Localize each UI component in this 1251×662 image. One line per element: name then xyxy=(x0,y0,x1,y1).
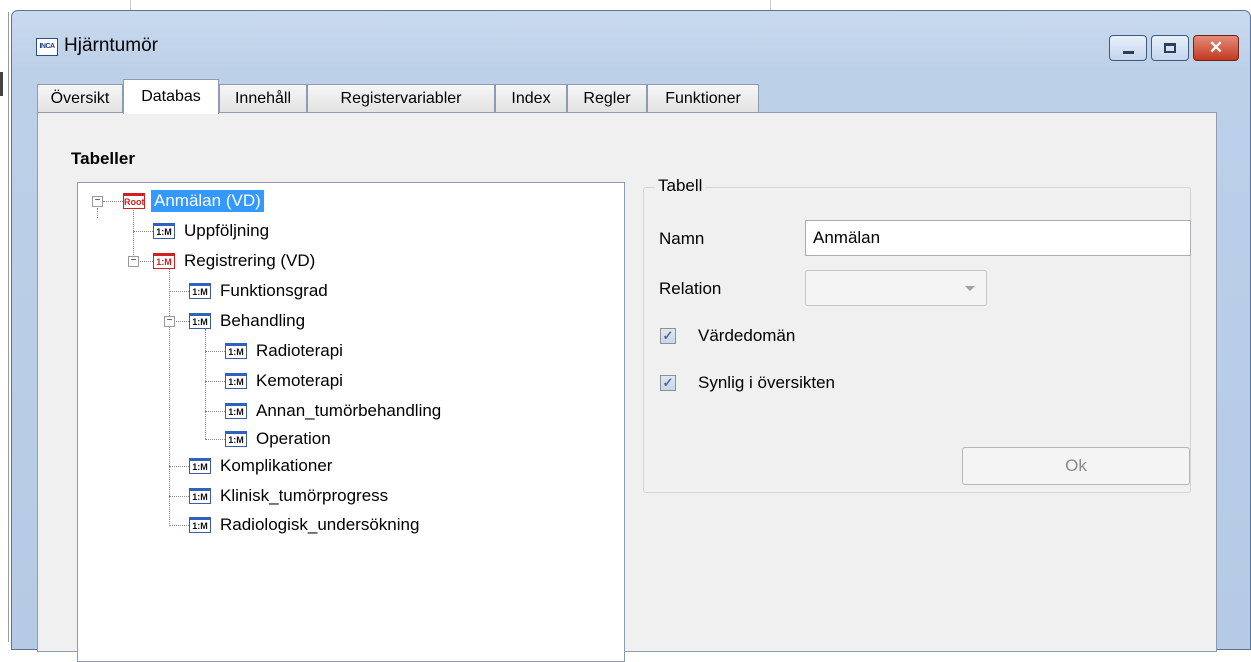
minimize-icon xyxy=(1123,51,1134,54)
tree-node-label: Radioterapi xyxy=(256,341,343,360)
synlig-label: Synlig i översikten xyxy=(698,373,836,392)
one-to-many-table-icon: 1:M xyxy=(189,458,211,474)
window-title: Hjärntumör xyxy=(64,35,158,56)
chevron-down-icon xyxy=(965,286,975,291)
tree-line xyxy=(169,466,189,467)
tree-node-behandling[interactable]: 1:M Behandling xyxy=(189,309,308,333)
synlig-checkbox[interactable]: ✓ xyxy=(660,375,676,391)
tree-line xyxy=(97,208,98,218)
tree-node-label: Operation xyxy=(256,429,331,448)
tree-node-radiologisk-undersokning[interactable]: 1:M Radiologisk_undersökning xyxy=(189,513,422,537)
vardedoman-label: Värdedomän xyxy=(698,326,796,345)
inca-app-icon[interactable]: INCA xyxy=(36,38,58,56)
one-to-many-table-icon: 1:M xyxy=(153,253,175,269)
background-left-border xyxy=(8,12,9,642)
close-icon: ✕ xyxy=(1208,38,1224,57)
minimize-button[interactable] xyxy=(1109,35,1147,61)
tab-regler[interactable]: Regler xyxy=(567,84,647,113)
name-field[interactable] xyxy=(805,220,1191,256)
maximize-icon xyxy=(1164,43,1176,53)
relation-label: Relation xyxy=(659,279,722,298)
one-to-many-table-icon: 1:M xyxy=(225,403,247,419)
window-controls: ✕ xyxy=(1109,35,1239,61)
tree-node-komplikationer[interactable]: 1:M Komplikationer xyxy=(189,454,335,478)
tree-node-label: Annan_tumörbehandling xyxy=(256,401,442,420)
tree-line xyxy=(205,329,206,439)
tree-line xyxy=(205,381,225,382)
tree-node-label: Komplikationer xyxy=(220,456,333,475)
one-to-many-table-icon: 1:M xyxy=(189,283,211,299)
group-title: Tabell xyxy=(655,176,706,196)
one-to-many-table-icon: 1:M xyxy=(225,373,247,389)
tree-line xyxy=(169,291,189,292)
tree-line xyxy=(174,321,189,322)
close-button[interactable]: ✕ xyxy=(1193,35,1239,61)
tree-node-annan-tumorbehandling[interactable]: 1:M Annan_tumörbehandling xyxy=(225,399,444,423)
tree-line xyxy=(205,439,225,440)
tree-line xyxy=(169,496,189,497)
tree-node-kemoterapi[interactable]: 1:M Kemoterapi xyxy=(225,369,346,393)
tree-node-registrering[interactable]: 1:M Registrering (VD) xyxy=(153,249,318,273)
tree-node-label: Funktionsgrad xyxy=(220,281,328,300)
tree-line xyxy=(169,268,170,526)
tree-line xyxy=(205,411,225,412)
collapse-toggle-registrering[interactable]: − xyxy=(128,256,139,267)
tree-node-uppfoljning[interactable]: 1:M Uppföljning xyxy=(153,219,272,243)
tab-registervariabler[interactable]: Registervariabler xyxy=(307,84,495,113)
tree-line xyxy=(205,351,225,352)
table-tree[interactable]: − − − Root Anmälan (VD) 1:M Uppföljning … xyxy=(77,182,625,662)
tree-line xyxy=(103,201,123,202)
one-to-many-table-icon: 1:M xyxy=(153,223,175,239)
collapse-toggle-behandling[interactable]: − xyxy=(164,316,175,327)
one-to-many-table-icon: 1:M xyxy=(189,517,211,533)
one-to-many-table-icon: 1:M xyxy=(189,488,211,504)
tree-line xyxy=(169,525,189,526)
tree-node-label: Klinisk_tumörprogress xyxy=(220,486,389,505)
title-bar[interactable]: INCA Hjärntumör ✕ xyxy=(12,11,1250,79)
tree-node-anmalan[interactable]: Root Anmälan (VD) xyxy=(123,189,264,213)
one-to-many-table-icon: 1:M xyxy=(225,343,247,359)
one-to-many-table-icon: 1:M xyxy=(225,431,247,447)
tab-oversikt[interactable]: Översikt xyxy=(37,84,123,113)
tab-index[interactable]: Index xyxy=(495,84,567,113)
tree-node-label: Registrering (VD) xyxy=(184,251,316,270)
tree-node-klinisk-tumorprogress[interactable]: 1:M Klinisk_tumörprogress xyxy=(189,484,391,508)
tab-funktioner[interactable]: Funktioner xyxy=(647,84,759,113)
tables-heading: Tabeller xyxy=(71,149,135,168)
maximize-button[interactable] xyxy=(1151,35,1189,61)
root-table-icon: Root xyxy=(123,193,145,209)
tree-node-funktionsgrad[interactable]: 1:M Funktionsgrad xyxy=(189,279,331,303)
tree-node-operation[interactable]: 1:M Operation xyxy=(225,427,334,451)
name-label: Namn xyxy=(659,229,705,248)
tree-line xyxy=(133,231,153,232)
tree-node-label: Anmälan (VD) xyxy=(151,190,264,212)
background-left-mark xyxy=(0,72,3,96)
one-to-many-table-icon: 1:M xyxy=(189,313,211,329)
tree-node-label: Radiologisk_undersökning xyxy=(220,515,420,534)
tree-node-label: Kemoterapi xyxy=(256,371,343,390)
tree-node-radioterapi[interactable]: 1:M Radioterapi xyxy=(225,339,346,363)
databas-panel: Tabeller − − − Root Anmälan (VD) 1:M Upp… xyxy=(37,112,1217,662)
vardedoman-checkbox[interactable]: ✓ xyxy=(660,328,676,344)
tab-innehall[interactable]: Innehåll xyxy=(219,84,307,113)
tab-databas[interactable]: Databas xyxy=(123,79,219,114)
tree-line xyxy=(138,261,153,262)
tree-node-label: Uppföljning xyxy=(184,221,270,240)
tree-node-label: Behandling xyxy=(220,311,306,330)
collapse-toggle-anmalan[interactable]: − xyxy=(92,196,103,207)
ok-button[interactable]: Ok xyxy=(962,447,1190,485)
relation-dropdown[interactable] xyxy=(805,270,987,306)
